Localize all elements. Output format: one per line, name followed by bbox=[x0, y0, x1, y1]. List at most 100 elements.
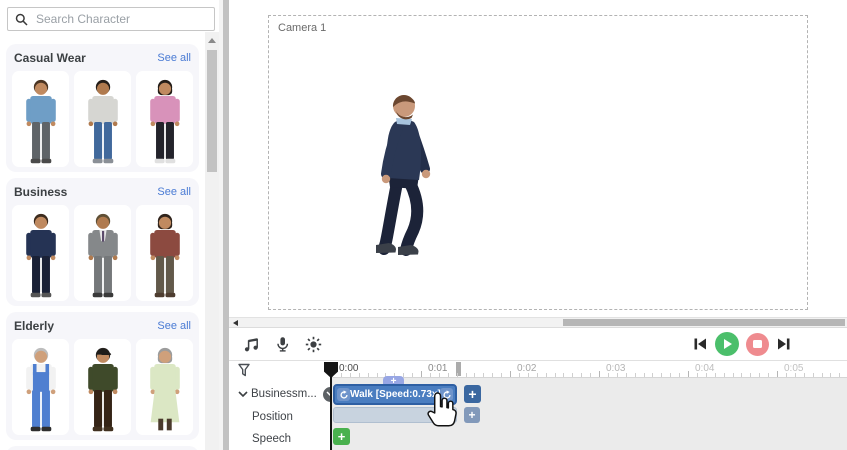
brightness-icon bbox=[305, 336, 321, 352]
ruler-minor-tick bbox=[492, 373, 494, 377]
character-card-man-blue-shirt[interactable] bbox=[12, 71, 69, 167]
section-title: Elderly bbox=[14, 319, 55, 333]
sidebar-scrollbar[interactable] bbox=[205, 32, 219, 450]
ruler-minor-tick bbox=[456, 373, 458, 377]
walk-animation-clip[interactable]: Walk [Speed:0.73x] bbox=[333, 384, 457, 405]
ruler-major-tick bbox=[777, 371, 778, 377]
character-figure bbox=[25, 213, 56, 298]
character-card-elderly-woman-floral-dress[interactable] bbox=[136, 339, 193, 435]
character-sections: Casual Wear See all Business See all Elderly… bbox=[0, 38, 205, 450]
ruler-minor-tick bbox=[447, 373, 449, 377]
stop-button[interactable] bbox=[746, 332, 769, 356]
track-businessman[interactable]: Businessm... bbox=[238, 385, 338, 403]
ruler-minor-tick bbox=[572, 373, 574, 377]
see-all-link[interactable]: See all bbox=[157, 52, 191, 64]
ruler-minor-tick bbox=[554, 373, 556, 377]
ruler-minor-tick bbox=[723, 373, 725, 377]
ruler-minor-tick bbox=[732, 373, 734, 377]
ruler-minor-tick bbox=[465, 373, 467, 377]
character-figure bbox=[149, 347, 180, 431]
search-icon bbox=[15, 13, 28, 26]
clip-label: Walk [Speed:0.73x] bbox=[350, 389, 440, 400]
ruler-minor-tick bbox=[625, 373, 627, 377]
character-card-man-gray-suit[interactable] bbox=[74, 205, 131, 301]
ruler-time-label: 0:05 bbox=[784, 363, 804, 374]
ruler-minor-tick bbox=[376, 373, 378, 377]
ruler-minor-tick bbox=[714, 373, 716, 377]
ruler-minor-tick bbox=[483, 373, 485, 377]
add-animation-button[interactable]: + bbox=[464, 385, 481, 403]
camera-label: Camera 1 bbox=[278, 22, 327, 34]
character-card-elderly-man-overalls[interactable] bbox=[12, 339, 69, 435]
brightness-button[interactable] bbox=[302, 333, 324, 355]
ruler-minor-tick bbox=[661, 373, 663, 377]
rotate-icon bbox=[339, 389, 348, 399]
stage-character[interactable] bbox=[337, 85, 462, 308]
track-name: Position bbox=[252, 411, 293, 423]
character-section: Casual Wear See all bbox=[6, 44, 199, 172]
ruler-time-label: 0:01 bbox=[428, 363, 448, 374]
add-speech-button[interactable]: + bbox=[333, 428, 350, 445]
stage-scrollbar-thumb[interactable] bbox=[563, 319, 845, 326]
ruler-minor-tick bbox=[367, 373, 369, 377]
stage-horizontal-scrollbar[interactable] bbox=[229, 317, 847, 328]
stop-icon bbox=[753, 339, 762, 349]
add-position-button[interactable]: + bbox=[464, 407, 480, 423]
ruler-minor-tick bbox=[821, 373, 823, 377]
ruler-minor-tick bbox=[545, 373, 547, 377]
character-card-man-navy-sweater[interactable] bbox=[12, 205, 69, 301]
track-speech[interactable]: Speech bbox=[252, 430, 291, 448]
ruler-minor-tick bbox=[358, 373, 360, 377]
position-track-bar[interactable] bbox=[333, 407, 457, 423]
section-title: Business bbox=[14, 185, 68, 199]
skip-to-start-button[interactable] bbox=[692, 336, 708, 352]
microphone-button[interactable] bbox=[271, 333, 293, 355]
character-card-row bbox=[12, 205, 193, 301]
character-card-elderly-man-plaid[interactable] bbox=[74, 339, 131, 435]
section-title: Casual Wear bbox=[14, 51, 86, 65]
media-tool-group bbox=[240, 333, 324, 355]
character-figure bbox=[149, 213, 180, 298]
character-card-woman-maroon-blazer[interactable] bbox=[136, 205, 193, 301]
ruler-minor-tick bbox=[812, 373, 814, 377]
character-figure bbox=[149, 79, 180, 164]
play-icon bbox=[724, 339, 732, 349]
ruler-minor-tick bbox=[581, 373, 583, 377]
ruler-minor-tick bbox=[412, 373, 414, 377]
main-panel: Camera 1 Businessm... Position Speech 0:… bbox=[229, 0, 847, 450]
character-sidebar: Casual WearSee allBusinessSee allElderly… bbox=[0, 0, 219, 450]
ruler-minor-tick bbox=[590, 373, 592, 377]
timeline-ruler[interactable]: 0:00 0:01 0:02 0:03 0:04 0:05 bbox=[330, 361, 847, 378]
panel-divider[interactable] bbox=[219, 0, 229, 450]
search-input[interactable] bbox=[34, 11, 207, 27]
microphone-icon bbox=[276, 336, 288, 352]
ruler-minor-tick bbox=[670, 373, 672, 377]
search-box[interactable] bbox=[7, 7, 215, 31]
ruler-minor-tick bbox=[563, 373, 565, 377]
character-section: Elderly See all bbox=[6, 312, 199, 440]
skip-to-end-button[interactable] bbox=[776, 336, 792, 352]
character-card-woman-pink-sweater[interactable] bbox=[136, 71, 193, 167]
filter-button[interactable] bbox=[237, 363, 251, 382]
sidebar-scrollbar-thumb[interactable] bbox=[207, 50, 217, 172]
ruler-minor-tick bbox=[634, 373, 636, 377]
see-all-link[interactable]: See all bbox=[157, 320, 191, 332]
character-section-partial bbox=[6, 446, 199, 450]
music-button[interactable] bbox=[240, 333, 262, 355]
track-position[interactable]: Position bbox=[252, 408, 293, 426]
scroll-left-arrow-icon[interactable] bbox=[233, 320, 238, 326]
character-card-man-gray-polo[interactable] bbox=[74, 71, 131, 167]
play-button[interactable] bbox=[715, 332, 739, 356]
ruler-minor-tick bbox=[652, 373, 654, 377]
skip-to-end-icon bbox=[778, 338, 790, 350]
see-all-link[interactable]: See all bbox=[157, 186, 191, 198]
rotate-left-icon[interactable] bbox=[337, 388, 350, 401]
ruler-minor-tick bbox=[839, 373, 841, 377]
music-note-icon bbox=[244, 337, 258, 351]
stage-canvas[interactable]: Camera 1 bbox=[229, 0, 847, 313]
character-card-row bbox=[12, 71, 193, 167]
skip-to-start-icon bbox=[694, 338, 706, 350]
ruler-minor-tick bbox=[679, 373, 681, 377]
scroll-up-arrow-icon[interactable] bbox=[208, 38, 216, 43]
rotate-right-icon[interactable] bbox=[440, 388, 453, 401]
